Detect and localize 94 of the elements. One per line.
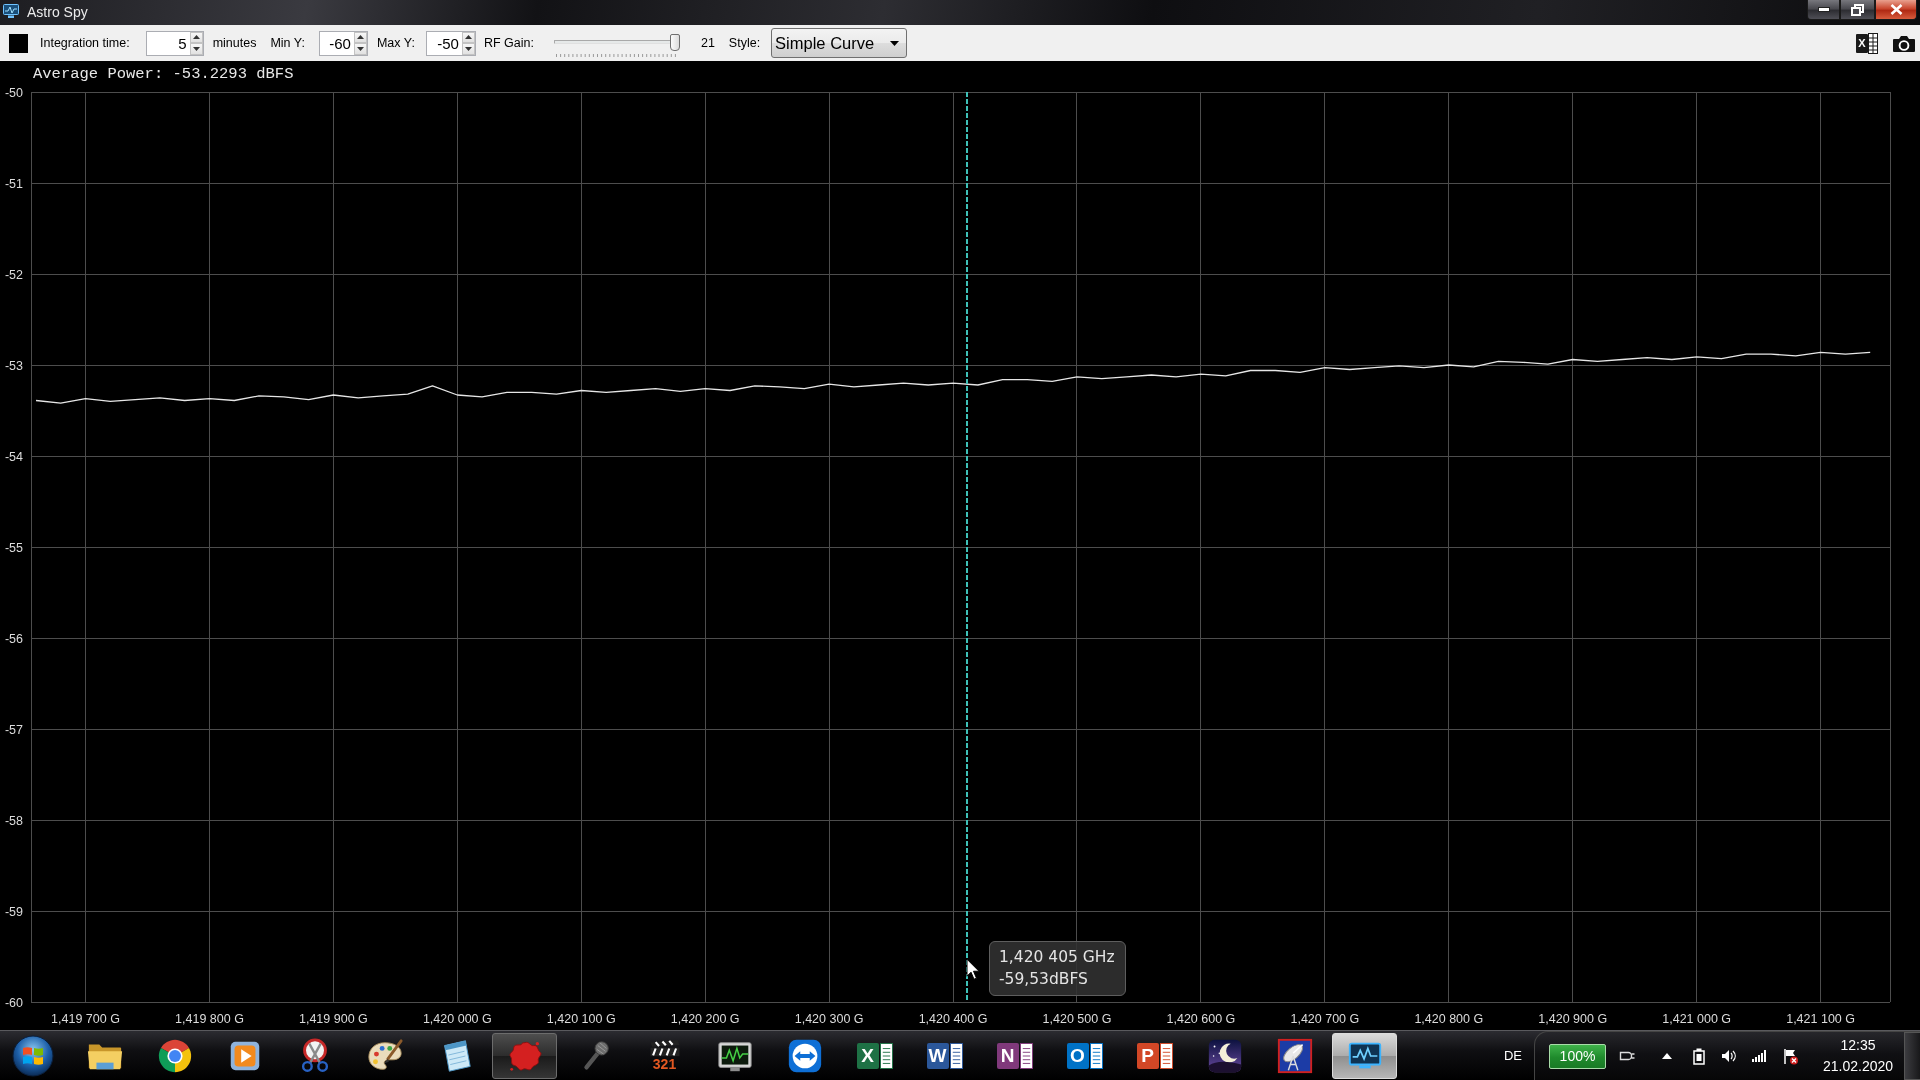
rf-gain-value: 21 bbox=[700, 36, 715, 50]
x-axis-label: 1,420 400 G bbox=[918, 1012, 988, 1026]
taskbar-button[interactable]: X bbox=[842, 1032, 907, 1079]
x-axis-label: 1,419 900 G bbox=[299, 1012, 368, 1026]
tooltip-text: 1,420 405 GHz bbox=[999, 947, 1115, 969]
style-label: Style: bbox=[728, 36, 761, 50]
spin-up-button[interactable] bbox=[353, 31, 367, 43]
y-axis-label: -50 bbox=[4, 85, 23, 100]
spin-up-button[interactable] bbox=[461, 31, 475, 43]
integration-time-spinbox[interactable]: 5 bbox=[145, 30, 204, 56]
caret-down-icon[interactable] bbox=[356, 46, 364, 51]
document-icon[interactable] bbox=[949, 1042, 963, 1069]
window-title: Astro Spy bbox=[27, 4, 88, 21]
x-axis-label: 1,420 000 G bbox=[422, 1012, 492, 1026]
caret-up-icon[interactable] bbox=[464, 35, 472, 40]
y-axis-label: -56 bbox=[4, 631, 23, 646]
min-y-spinbox[interactable]: -60 bbox=[318, 30, 368, 56]
spin-down-button[interactable] bbox=[353, 43, 367, 55]
signal-bars-icon[interactable] bbox=[1752, 1050, 1767, 1062]
y-axis-label: -51 bbox=[4, 176, 23, 191]
spin-down-button[interactable] bbox=[189, 43, 203, 55]
document-icon[interactable] bbox=[1089, 1042, 1103, 1069]
taskbar-button[interactable]: O bbox=[1052, 1032, 1117, 1079]
close-button[interactable] bbox=[1875, 0, 1917, 20]
caret-up-icon[interactable] bbox=[356, 35, 364, 40]
y-axis-label: -52 bbox=[4, 267, 23, 282]
minimize-icon[interactable] bbox=[1817, 7, 1830, 12]
up-arrow-icon[interactable] bbox=[1662, 1053, 1672, 1059]
satellite-dish-icon[interactable] bbox=[1275, 1036, 1314, 1075]
x-axis-label: 1,420 800 G bbox=[1414, 1012, 1484, 1026]
document-icon[interactable] bbox=[879, 1042, 893, 1069]
y-axis-label: -58 bbox=[4, 813, 23, 828]
y-axis-label: -59 bbox=[4, 904, 23, 919]
battery-indicator[interactable]: 100% bbox=[1549, 1043, 1606, 1069]
x-axis-label: 1,420 500 G bbox=[1042, 1012, 1112, 1026]
x-axis-label: 1,420 100 G bbox=[546, 1012, 616, 1026]
integration-time-field[interactable]: 5 bbox=[146, 31, 190, 55]
close-icon[interactable] bbox=[1889, 4, 1903, 15]
integration-time-label: Integration time: bbox=[40, 36, 130, 50]
x-axis-label: 1,419 800 G bbox=[175, 1012, 244, 1026]
clock-date: 21.02.2020 bbox=[1822, 1057, 1894, 1076]
x-axis-label: 1,420 700 G bbox=[1290, 1012, 1360, 1026]
style-dropdown[interactable]: Simple Curve bbox=[771, 28, 908, 58]
document-icon[interactable] bbox=[1159, 1042, 1173, 1069]
document-icon[interactable] bbox=[1019, 1042, 1033, 1069]
max-y-field[interactable]: -50 bbox=[426, 31, 462, 55]
spin-down-button[interactable] bbox=[461, 43, 475, 55]
stop-icon[interactable] bbox=[9, 33, 28, 53]
x-axis-label: 1,420 600 G bbox=[1166, 1012, 1236, 1026]
y-axis-label: -55 bbox=[4, 540, 23, 555]
taskbar-button[interactable]: N bbox=[982, 1032, 1047, 1079]
cursor-line[interactable] bbox=[966, 91, 968, 1003]
speaker-icon[interactable] bbox=[1721, 1048, 1737, 1064]
x-axis-label: 1,421 000 G bbox=[1662, 1012, 1732, 1026]
minimize-button[interactable] bbox=[1807, 0, 1840, 20]
clock-time: 12:35 bbox=[1840, 1036, 1876, 1055]
restore-icon[interactable] bbox=[1851, 3, 1864, 16]
max-y-spinbox[interactable]: -50 bbox=[425, 30, 476, 56]
minutes-label: minutes bbox=[212, 36, 257, 50]
mouse-pointer-icon bbox=[966, 958, 980, 980]
y-axis-label: -53 bbox=[4, 358, 23, 373]
min-y-field[interactable]: -60 bbox=[319, 31, 354, 55]
min-y-label: Min Y: bbox=[270, 36, 305, 50]
camera-icon[interactable] bbox=[1892, 33, 1916, 53]
max-y-label: Max Y: bbox=[376, 36, 415, 50]
rf-gain-label: RF Gain: bbox=[483, 36, 534, 50]
average-power-readout: Average Power: -53.2293 dBFS bbox=[33, 65, 294, 83]
taskbar-button[interactable]: 321 bbox=[632, 1032, 697, 1079]
rf-gain-slider[interactable] bbox=[553, 33, 680, 51]
y-axis-label: -54 bbox=[4, 449, 23, 464]
slider-thumb[interactable] bbox=[669, 33, 680, 51]
restore-button[interactable] bbox=[1840, 0, 1875, 20]
dropdown-caret-icon[interactable] bbox=[890, 40, 900, 46]
y-axis-label: -60 bbox=[4, 995, 23, 1010]
y-axis-label: -57 bbox=[4, 722, 23, 737]
caret-up-icon[interactable] bbox=[192, 35, 200, 40]
taskbar-button[interactable]: P bbox=[1122, 1032, 1187, 1079]
x-axis-label: 1,420 200 G bbox=[670, 1012, 740, 1026]
tooltip-text: -59,53dBFS bbox=[999, 969, 1089, 991]
x-axis-label: 1,420 300 G bbox=[794, 1012, 864, 1026]
grid-document-icon[interactable] bbox=[1868, 32, 1878, 54]
monitor-icon bbox=[3, 4, 19, 19]
x-axis-label: 1,421 100 G bbox=[1786, 1012, 1855, 1026]
flag-icon[interactable] bbox=[1782, 1047, 1799, 1065]
taskbar-button[interactable]: W bbox=[912, 1032, 977, 1079]
spin-up-button[interactable] bbox=[189, 31, 203, 43]
x-axis-label: 1,419 700 G bbox=[51, 1012, 120, 1026]
x-axis-label: 1,420 900 G bbox=[1538, 1012, 1608, 1026]
language-indicator[interactable]: DE bbox=[1503, 1048, 1522, 1063]
battery-icon[interactable] bbox=[1691, 1047, 1707, 1065]
caret-down-icon[interactable] bbox=[464, 46, 472, 51]
spreadsheet-export-button[interactable]: X bbox=[1856, 32, 1878, 54]
power-connector-icon[interactable] bbox=[1619, 1049, 1636, 1063]
caret-down-icon[interactable] bbox=[192, 46, 200, 51]
